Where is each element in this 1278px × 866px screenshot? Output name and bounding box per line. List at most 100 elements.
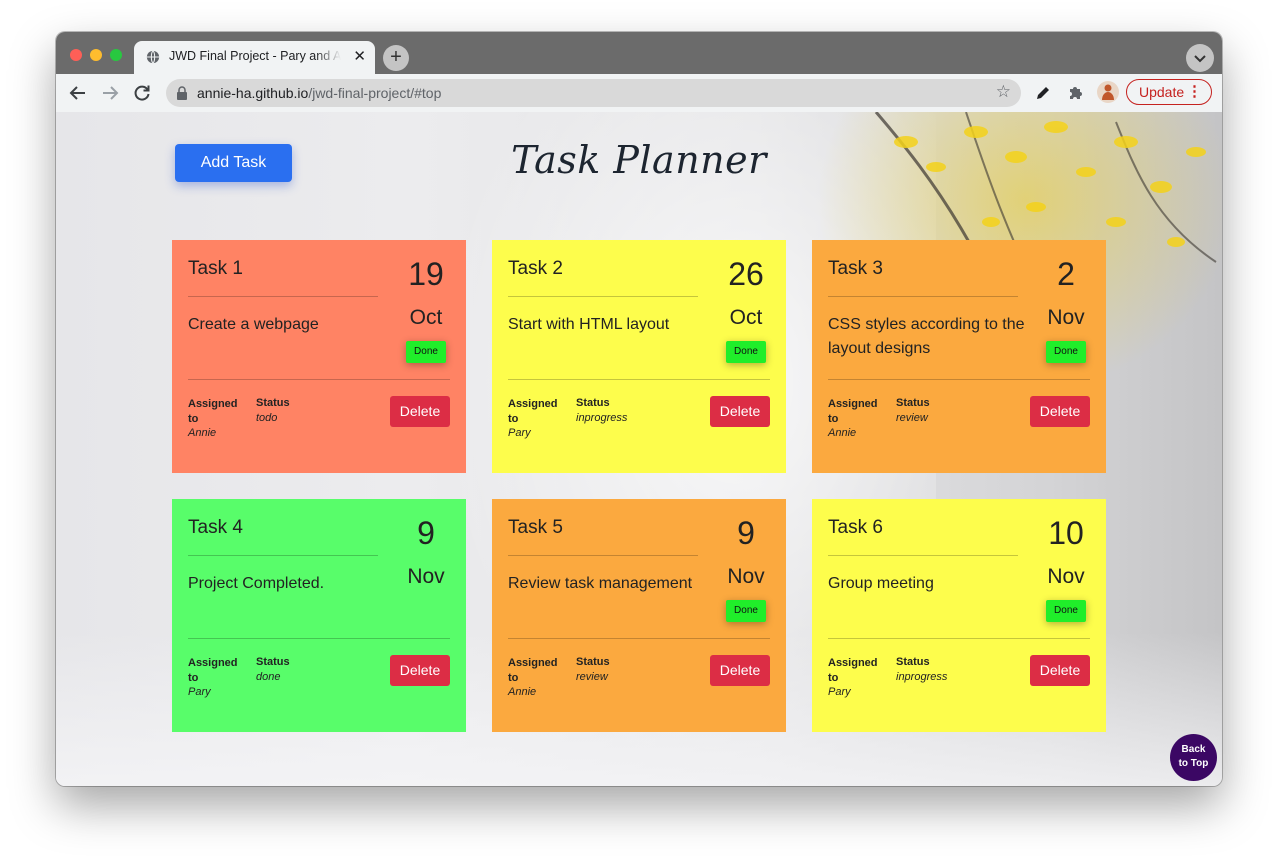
due-day: 9 — [417, 515, 435, 551]
task-title: Task 4 — [188, 517, 243, 538]
due-day: 10 — [1048, 515, 1084, 551]
delete-button[interactable]: Delete — [390, 396, 450, 427]
due-month: Nov — [1047, 565, 1085, 588]
close-window-button[interactable] — [70, 49, 82, 61]
status-value: inprogress — [896, 671, 948, 683]
status-value: done — [256, 671, 281, 683]
page-viewport: Add Task Task Planner Task 1 Create a web… — [56, 112, 1222, 786]
star-icon[interactable]: ☆ — [996, 82, 1011, 102]
delete-button[interactable]: Delete — [1030, 396, 1090, 427]
puzzle-icon[interactable] — [1067, 84, 1085, 102]
assigned-label: Assigned to — [188, 398, 238, 425]
divider — [508, 638, 770, 639]
due-month: Nov — [727, 565, 765, 588]
reload-icon[interactable] — [132, 83, 152, 103]
close-icon[interactable]: ✕ — [353, 47, 366, 67]
divider — [188, 555, 378, 556]
assigned-value: Pary — [508, 427, 531, 439]
due-month: Oct — [729, 306, 763, 329]
done-button[interactable]: Done — [1046, 600, 1086, 622]
browser-toolbar: annie-ha.github.io/jwd-final-project/#to… — [56, 74, 1222, 113]
tab-search-button[interactable] — [1186, 44, 1214, 72]
divider — [828, 296, 1018, 297]
status-label: Status — [896, 397, 930, 409]
due-day: 9 — [737, 515, 755, 551]
delete-button[interactable]: Delete — [1030, 655, 1090, 686]
task-title: Task 2 — [508, 258, 563, 279]
assigned-label: Assigned to — [828, 657, 878, 684]
done-button[interactable]: Done — [406, 341, 446, 363]
assigned-value: Annie — [508, 686, 537, 698]
delete-button[interactable]: Delete — [710, 396, 770, 427]
assigned-value: Annie — [828, 427, 857, 439]
task-description: Project Completed. — [188, 575, 325, 592]
forward-arrow-icon[interactable] — [100, 83, 120, 103]
due-month: Oct — [409, 306, 443, 329]
lock-icon[interactable] — [176, 86, 188, 100]
task-description: Group meeting — [828, 575, 934, 592]
task-card: Task 2 Start with HTML layout 26 Oct Done Ass… — [492, 240, 786, 473]
assigned-label: Assigned to — [188, 657, 238, 684]
task-description: Review task management — [508, 575, 693, 592]
status-value: review — [576, 671, 608, 683]
browser-window: JWD Final Project - Pary and Annie ✕ + — [56, 32, 1222, 786]
page-title: Task Planner — [56, 138, 1222, 182]
minimize-window-button[interactable] — [90, 49, 102, 61]
delete-button[interactable]: Delete — [710, 655, 770, 686]
tab-strip: JWD Final Project - Pary and Annie ✕ + — [56, 32, 1222, 74]
divider — [188, 296, 378, 297]
status-value: inprogress — [576, 412, 628, 424]
task-title: Task 1 — [188, 258, 243, 279]
due-month: Nov — [407, 565, 445, 588]
assigned-label: Assigned to — [508, 657, 558, 684]
pen-icon[interactable] — [1034, 84, 1052, 102]
divider — [188, 379, 450, 380]
assigned-value: Pary — [188, 686, 211, 698]
status-value: review — [896, 412, 928, 424]
due-day: 19 — [408, 256, 444, 292]
tab-title: JWD Final Project - Pary and Annie — [169, 49, 341, 63]
task-card: Task 3 CSS styles according to the layout… — [812, 240, 1106, 473]
status-label: Status — [576, 397, 610, 409]
task-title: Task 5 — [508, 517, 563, 538]
chevron-down-icon — [1194, 55, 1206, 63]
task-description: Create a webpage — [188, 316, 319, 333]
divider — [508, 379, 770, 380]
back-to-top-button[interactable]: Back to Top — [1170, 734, 1217, 781]
globe-icon — [146, 50, 160, 64]
status-label: Status — [256, 397, 290, 409]
zoom-window-button[interactable] — [110, 49, 122, 61]
status-label: Status — [256, 656, 290, 668]
divider — [828, 555, 1018, 556]
due-month: Nov — [1047, 306, 1085, 329]
divider — [828, 379, 1090, 380]
done-button[interactable]: Done — [726, 600, 766, 622]
task-card: Task 4 Project Completed. 9 Nov Assigned to P… — [172, 499, 466, 732]
due-day: 26 — [728, 256, 764, 292]
update-button[interactable]: Update ⋮ — [1126, 79, 1212, 105]
task-card: Task 5 Review task management 9 Nov Done Assi… — [492, 499, 786, 732]
address-bar[interactable]: annie-ha.github.io/jwd-final-project/#to… — [166, 79, 1021, 107]
profile-avatar-icon[interactable] — [1097, 81, 1119, 103]
page-title-text: Task Planner — [511, 138, 767, 182]
divider — [188, 638, 450, 639]
plus-icon[interactable]: + — [383, 45, 409, 71]
divider — [828, 638, 1090, 639]
task-card: Task 1 Create a webpage 19 Oct Done Assigned … — [172, 240, 466, 473]
divider — [508, 555, 698, 556]
url-text: annie-ha.github.io/jwd-final-project/#to… — [197, 85, 441, 101]
status-value: todo — [256, 412, 278, 424]
avatar-figure — [1102, 84, 1114, 100]
back-arrow-icon[interactable] — [68, 83, 88, 103]
done-button[interactable]: Done — [1046, 341, 1086, 363]
task-card: Task 6 Group meeting 10 Nov Done Assigned to P… — [812, 499, 1106, 732]
done-button[interactable]: Done — [726, 341, 766, 363]
assigned-value: Pary — [828, 686, 851, 698]
active-tab[interactable]: JWD Final Project - Pary and Annie ✕ — [134, 41, 375, 74]
task-title: Task 3 — [828, 258, 883, 279]
status-label: Status — [576, 656, 610, 668]
task-description: Start with HTML layout — [508, 316, 670, 333]
back-to-top-line2: to Top — [1178, 758, 1209, 769]
task-description: CSS styles according to the layout desig… — [828, 316, 1025, 357]
delete-button[interactable]: Delete — [390, 655, 450, 686]
